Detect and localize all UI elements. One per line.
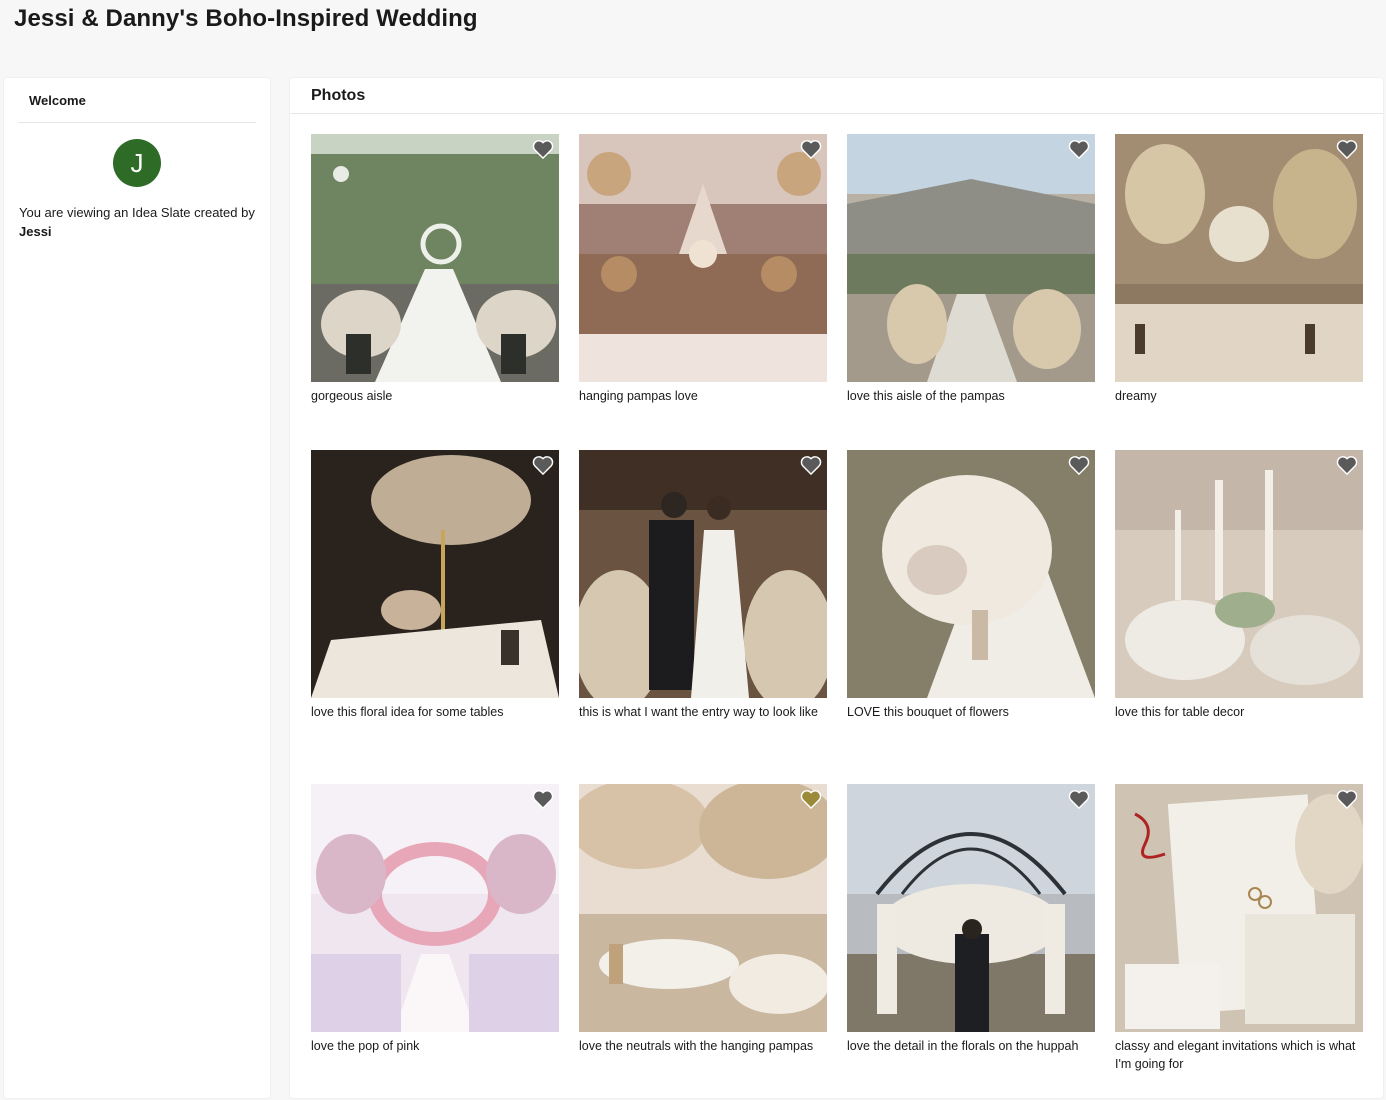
photo-caption: this is what I want the entry way to loo… (579, 705, 818, 719)
photo-caption: gorgeous aisle (311, 389, 393, 403)
viewing-text: You are viewing an Idea Slate created by (19, 205, 255, 220)
photo-card[interactable]: love the detail in the florals on the hu… (847, 784, 1095, 1100)
favorite-heart-icon[interactable] (1068, 789, 1090, 809)
photo-floral-tables[interactable] (311, 450, 559, 698)
photo-card[interactable]: love the pop of pink (311, 784, 559, 1100)
photo-card[interactable]: hanging pampas love (579, 134, 827, 450)
photo-caption: love the detail in the florals on the hu… (847, 1039, 1079, 1053)
photo-card[interactable]: gorgeous aisle (311, 134, 559, 450)
photo-card[interactable]: love this floral idea for some tables (311, 450, 559, 784)
viewing-info: You are viewing an Idea Slate created by… (19, 203, 255, 241)
favorite-heart-icon[interactable] (800, 789, 822, 809)
creator-name[interactable]: Jessi (19, 224, 52, 239)
photo-hanging-pampas[interactable] (579, 134, 827, 382)
photo-caption: love this floral idea for some tables (311, 705, 504, 719)
photo-caption: hanging pampas love (579, 389, 698, 403)
photo-bouquet[interactable] (847, 450, 1095, 698)
photo-entry-way[interactable] (579, 450, 827, 698)
photo-caption: love this for table decor (1115, 705, 1245, 719)
favorite-heart-icon[interactable] (532, 455, 554, 475)
favorite-heart-icon[interactable] (800, 455, 822, 475)
favorite-heart-icon[interactable] (1336, 789, 1358, 809)
photo-caption: classy and elegant invitations which is … (1115, 1039, 1356, 1071)
photo-dreamy-reception[interactable] (1115, 134, 1363, 382)
photo-aisle-garden[interactable] (311, 134, 559, 382)
favorite-heart-icon[interactable] (1336, 139, 1358, 159)
photo-card[interactable]: this is what I want the entry way to loo… (579, 450, 827, 784)
photo-grid: gorgeous aisle hanging pampas love love … (311, 134, 1363, 1100)
favorite-heart-icon[interactable] (1068, 139, 1090, 159)
photo-card[interactable]: classy and elegant invitations which is … (1115, 784, 1363, 1100)
photo-caption: love the neutrals with the hanging pampa… (579, 1039, 814, 1053)
photo-caption: LOVE this bouquet of flowers (847, 705, 1009, 719)
photo-neutrals-pampas[interactable] (579, 784, 827, 1032)
photo-caption: love this aisle of the pampas (847, 389, 1005, 403)
sidebar: Welcome J You are viewing an Idea Slate … (4, 78, 270, 1098)
photo-card[interactable]: love the neutrals with the hanging pampa… (579, 784, 827, 1100)
photo-pampas-aisle[interactable] (847, 134, 1095, 382)
favorite-heart-icon[interactable] (1068, 455, 1090, 475)
sidebar-heading: Welcome (18, 78, 256, 123)
favorite-heart-icon[interactable] (532, 139, 554, 159)
photos-panel: Photos gorgeous aisle hanging pampas lov… (290, 78, 1383, 1098)
page-title: Jessi & Danny's Boho-Inspired Wedding (14, 5, 478, 32)
favorite-heart-icon[interactable] (532, 789, 554, 809)
avatar[interactable]: J (113, 139, 161, 187)
photo-card[interactable]: LOVE this bouquet of flowers (847, 450, 1095, 784)
photo-card[interactable]: love this for table decor (1115, 450, 1363, 784)
photos-heading: Photos (290, 78, 1383, 114)
photo-pop-of-pink[interactable] (311, 784, 559, 1032)
photo-huppah[interactable] (847, 784, 1095, 1032)
photo-invitations[interactable] (1115, 784, 1363, 1032)
photo-caption: dreamy (1115, 389, 1157, 403)
photo-table-decor[interactable] (1115, 450, 1363, 698)
photo-caption: love the pop of pink (311, 1039, 420, 1053)
photo-card[interactable]: love this aisle of the pampas (847, 134, 1095, 450)
favorite-heart-icon[interactable] (1336, 455, 1358, 475)
photo-card[interactable]: dreamy (1115, 134, 1363, 450)
favorite-heart-icon[interactable] (800, 139, 822, 159)
